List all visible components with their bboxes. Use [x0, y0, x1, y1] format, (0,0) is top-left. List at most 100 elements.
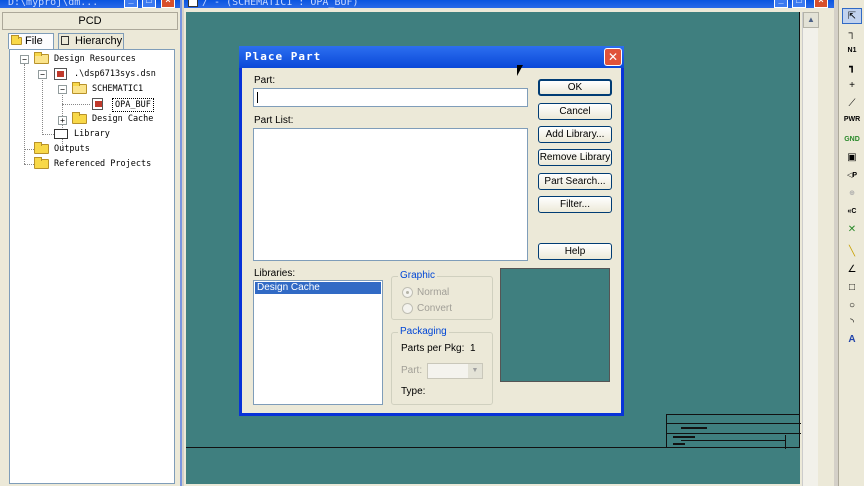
hierarchical-port-icon[interactable]: ◁P	[842, 168, 862, 184]
graphic-group: Graphic Normal Convert	[391, 270, 493, 320]
part-input[interactable]	[253, 88, 528, 107]
net-alias-icon[interactable]: N1	[842, 43, 862, 59]
folder-icon	[34, 142, 49, 154]
tree-item-label: Design Cache	[92, 114, 154, 124]
tree-item-label: Design Resources	[54, 54, 136, 64]
tab-file[interactable]: File	[8, 33, 54, 49]
tab-file-label: File	[25, 35, 43, 47]
part-search-button[interactable]: Part Search...	[538, 173, 612, 190]
design-file-icon	[54, 68, 67, 80]
packaging-group-title: Packaging	[398, 326, 449, 337]
library-item[interactable]: Design Cache	[255, 282, 381, 294]
maximize-button[interactable]: □	[142, 0, 156, 8]
close-button[interactable]: ×	[814, 0, 828, 8]
cancel-button[interactable]: Cancel	[538, 103, 612, 120]
rectangle-icon[interactable]: □	[842, 280, 862, 296]
part-preview	[500, 268, 610, 382]
no-connect-icon[interactable]: ✕	[842, 222, 862, 238]
hierarchy-icon	[61, 36, 69, 45]
select-icon[interactable]: ⇱	[842, 8, 862, 24]
power-icon[interactable]: PWR	[842, 112, 862, 128]
bus-icon[interactable]: ┓	[842, 60, 862, 76]
line-icon[interactable]: ╲	[842, 244, 862, 260]
tree-item-label: SCHEMATIC1	[92, 84, 144, 94]
tree-item-label: .\dsp6713sys.dsn	[74, 69, 156, 79]
arc-icon[interactable]: ◝	[842, 315, 862, 331]
ground-icon[interactable]: GND	[842, 132, 862, 148]
maximize-button[interactable]: □	[792, 0, 806, 8]
help-button[interactable]: Help	[538, 243, 612, 260]
folder-open-icon	[34, 52, 49, 64]
tab-hierarchy-label: Hierarchy	[75, 35, 123, 47]
junction-icon[interactable]: +	[842, 78, 862, 94]
scroll-up-arrow-icon[interactable]: ▲	[803, 12, 819, 28]
tree-item-label: Outputs	[54, 144, 90, 154]
minimize-button[interactable]: _	[124, 0, 138, 8]
minimize-button[interactable]: _	[774, 0, 788, 8]
convert-radio-label: Convert	[417, 303, 453, 314]
page-border	[799, 12, 800, 448]
schematic-title: / - (SCHEMATIC1 : OPA_BUF)	[202, 0, 359, 8]
project-title: D:\myproj\dm...	[8, 0, 99, 8]
add-library-button[interactable]: Add Library...	[538, 126, 612, 143]
folder-icon	[34, 157, 49, 169]
filter-button[interactable]: Filter...	[538, 196, 612, 213]
ok-button[interactable]: OK	[538, 79, 612, 96]
wire-icon[interactable]: ┐	[842, 26, 862, 42]
remove-library-button[interactable]: Remove Library	[538, 149, 612, 166]
tree-item-label: Library	[74, 129, 110, 139]
part-list-label: Part List:	[254, 115, 294, 126]
close-button[interactable]: ×	[161, 0, 175, 8]
project-window: D:\myproj\dm... _ □ × PCD File Hierarchy…	[0, 0, 182, 486]
tool-palette: ⇱ ┐ N1 ┓ + ⟋ PWR GND ▣ ◁P ⊕ «C ✕ ╲ ∠ □ ○…	[838, 0, 864, 486]
collapse-toggle[interactable]: −	[20, 55, 29, 64]
tab-hierarchy[interactable]: Hierarchy	[58, 33, 124, 49]
packaging-group: Packaging Parts per Pkg: 1 Part: ▼ Type:	[391, 326, 493, 405]
packaging-part-select[interactable]: ▼	[427, 363, 483, 379]
part-list[interactable]	[253, 128, 528, 261]
folder-icon	[11, 35, 23, 46]
expand-toggle[interactable]: +	[58, 116, 67, 125]
project-tree: − Design Resources − .\dsp6713sys.dsn − …	[9, 49, 175, 484]
mouse-cursor-icon	[517, 65, 523, 76]
part-label: Part:	[254, 75, 276, 86]
schematic-app-icon	[188, 0, 198, 7]
tree-item-label: OPA_BUF	[112, 98, 154, 112]
dialog-titlebar[interactable]: Place Part ✕	[239, 46, 624, 68]
place-part-dialog: Place Part ✕ Part: Part List: Libraries:…	[239, 46, 624, 416]
vertical-scrollbar[interactable]: ▲	[802, 12, 819, 486]
title-block	[666, 414, 801, 449]
schematic-page-icon	[92, 98, 103, 110]
libraries-label: Libraries:	[254, 268, 296, 279]
library-icon	[54, 129, 68, 139]
libraries-list[interactable]: Design Cache	[253, 280, 383, 405]
parts-per-pkg-value: 1	[470, 343, 476, 354]
hierarchical-pin-icon[interactable]: ⊕	[842, 186, 862, 202]
project-titlebar[interactable]: D:\myproj\dm... _ □ ×	[0, 0, 180, 8]
graphic-group-title: Graphic	[398, 270, 438, 281]
parts-per-pkg-label: Parts per Pkg:	[401, 343, 465, 354]
off-page-connector-icon[interactable]: «C	[842, 204, 862, 220]
panel-title: PCD	[2, 12, 178, 30]
dialog-close-button[interactable]: ✕	[604, 48, 622, 66]
packaging-part-label: Part:	[401, 365, 423, 376]
convert-radio[interactable]	[402, 303, 413, 314]
folder-open-icon	[72, 82, 87, 94]
schematic-titlebar[interactable]: / - (SCHEMATIC1 : OPA_BUF) _ □ ×	[184, 0, 834, 8]
folder-icon	[72, 112, 87, 124]
polyline-icon[interactable]: ∠	[842, 262, 862, 278]
dialog-title: Place Part	[245, 50, 322, 63]
close-icon: ✕	[607, 50, 619, 64]
ellipse-icon[interactable]: ○	[842, 298, 862, 314]
type-label: Type:	[401, 386, 426, 397]
tree-item-label: Referenced Projects	[54, 159, 152, 169]
text-icon[interactable]: A	[842, 332, 862, 348]
text-caret	[257, 92, 258, 103]
collapse-toggle[interactable]: −	[38, 70, 47, 79]
hierarchical-block-icon[interactable]: ▣	[842, 150, 862, 166]
normal-radio-label: Normal	[417, 287, 450, 298]
normal-radio[interactable]	[402, 287, 413, 298]
chevron-down-icon[interactable]: ▼	[468, 364, 482, 378]
bus-entry-icon[interactable]: ⟋	[842, 96, 862, 112]
collapse-toggle[interactable]: −	[58, 85, 67, 94]
